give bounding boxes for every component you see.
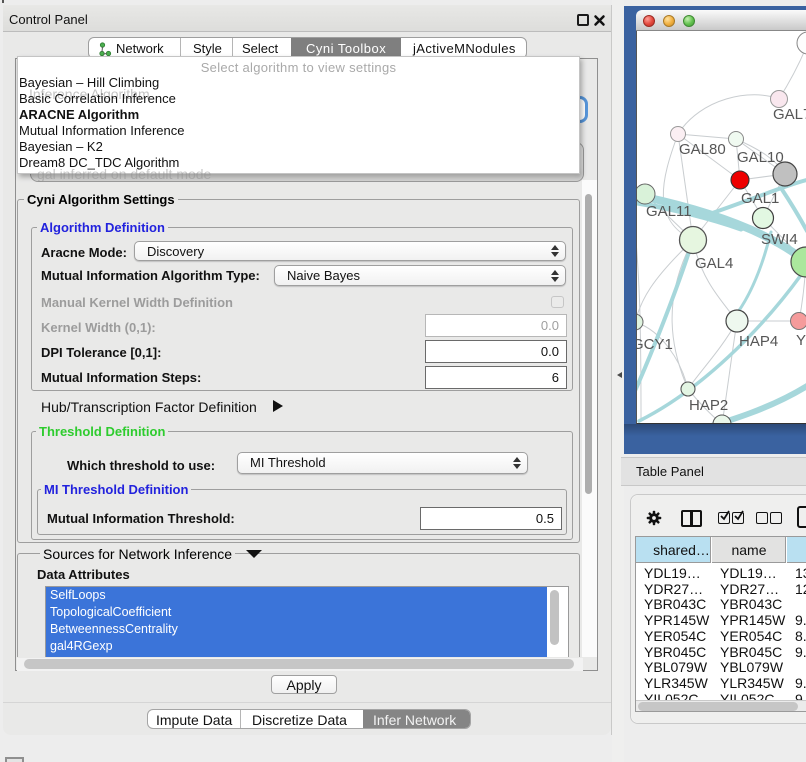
svg-text:HAP2: HAP2 bbox=[689, 397, 728, 414]
svg-text:GAL7: GAL7 bbox=[773, 106, 806, 123]
svg-text:GAL80: GAL80 bbox=[679, 141, 726, 158]
svg-text:GAL10: GAL10 bbox=[737, 149, 784, 166]
svg-text:HAP4: HAP4 bbox=[739, 333, 778, 350]
svg-text:GAL1: GAL1 bbox=[741, 190, 779, 207]
svg-text:SWI4: SWI4 bbox=[761, 231, 798, 248]
svg-text:GCY1: GCY1 bbox=[637, 336, 673, 353]
svg-text:GAL4: GAL4 bbox=[695, 255, 733, 272]
svg-text:Y: Y bbox=[796, 332, 806, 349]
svg-text:GAL11: GAL11 bbox=[646, 203, 692, 220]
